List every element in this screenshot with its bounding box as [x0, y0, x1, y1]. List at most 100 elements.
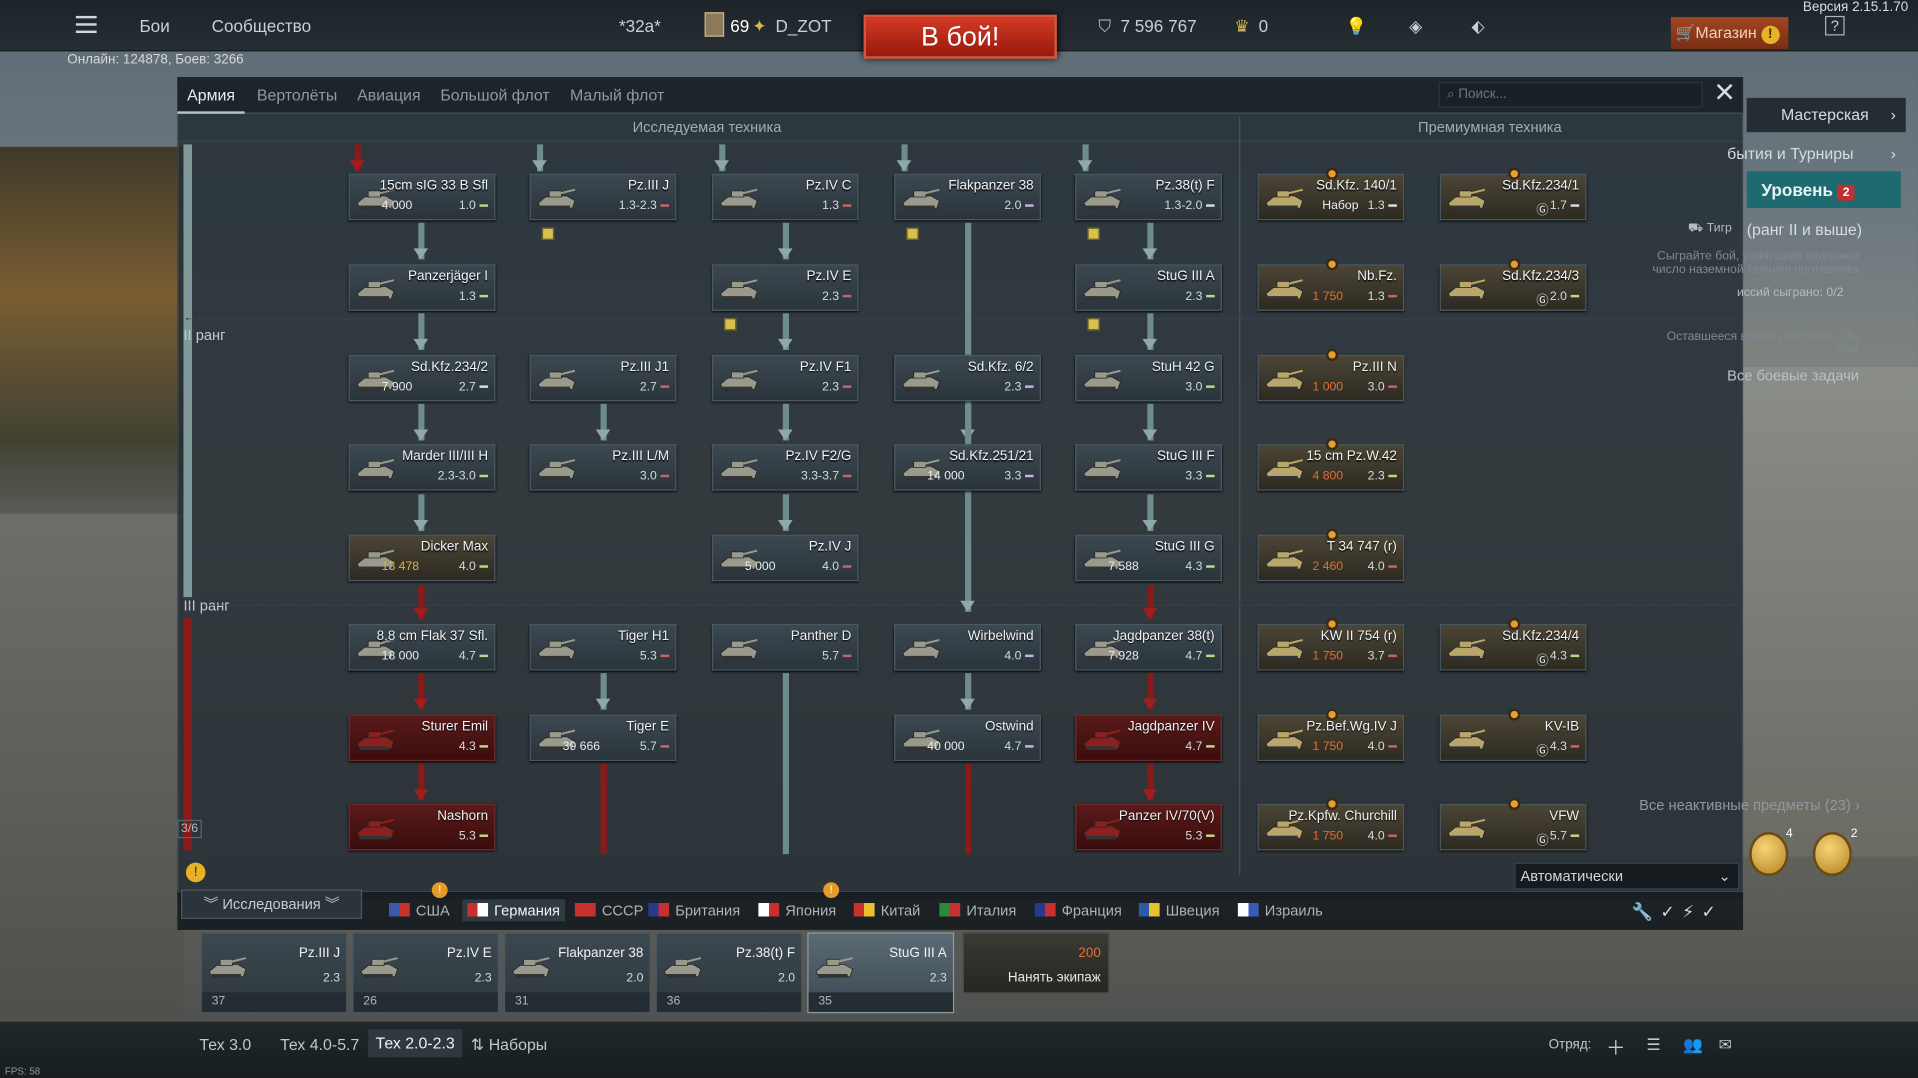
- events-link[interactable]: бытия и Турниры ›: [1727, 137, 1906, 171]
- vehicle-card[interactable]: Flakpanzer 38 2.0: [894, 173, 1041, 240]
- mail-icon[interactable]: ✉: [1719, 1035, 1732, 1055]
- community-menu[interactable]: Сообщество: [212, 16, 311, 36]
- golden-eagles-count: 0: [1258, 15, 1269, 36]
- vehicle-card[interactable]: Sd.Kfz.234/2 2.7 7 900: [348, 354, 496, 402]
- search-input[interactable]: ⌕ Поиск...: [1438, 81, 1703, 108]
- crew-slot[interactable]: Pz.III J 2.3 37: [200, 932, 348, 1014]
- medal-icon[interactable]: [1812, 832, 1852, 877]
- vehicle-card[interactable]: Ostwind 4.7 40 000: [894, 714, 1041, 762]
- coupon-icon[interactable]: ⬖: [1472, 16, 1485, 37]
- vehicle-card[interactable]: Marder III/III H 2.3-3.0: [348, 444, 496, 491]
- premium-vehicle-card[interactable]: Pz.III N 3.0 1 000: [1257, 348, 1405, 402]
- research-button[interactable]: ︾ Исследования ︾: [181, 889, 363, 919]
- shop-button[interactable]: 🛒 Магазин !: [1670, 17, 1789, 49]
- vehicle-card[interactable]: Pz.IV F2/G 3.3-3.7: [711, 444, 859, 491]
- premium-vehicle-card[interactable]: 15 cm Pz.W.42 2.3 4 800: [1257, 438, 1405, 491]
- vehicle-card[interactable]: StuG III A 2.3: [1075, 264, 1222, 331]
- vehicle-card[interactable]: 15cm sIG 33 B Sfl 1.0 4 000: [348, 173, 496, 221]
- avatar[interactable]: [704, 12, 725, 37]
- vehicle-card[interactable]: Pz.IV F1 2.3: [711, 354, 859, 402]
- vehicle-card[interactable]: Pz.38(t) F 1.3-2.0: [1075, 173, 1222, 240]
- preset-tab-2[interactable]: Тех 4.0-5.7: [280, 1035, 359, 1053]
- vehicle-card[interactable]: StuH 42 G 3.0: [1075, 354, 1222, 402]
- warning-icon[interactable]: !: [185, 862, 206, 883]
- premium-vehicle-card[interactable]: KW II 754 (r) 3.7 1 750: [1257, 617, 1405, 671]
- add-squad-icon[interactable]: ＋: [1606, 1031, 1626, 1060]
- presets-button[interactable]: ⇅ Наборы: [471, 1035, 547, 1055]
- crew-slot[interactable]: Pz.38(t) F 2.0 36: [655, 932, 803, 1014]
- repair-icon[interactable]: 🔧✓⚡✓: [1632, 902, 1723, 923]
- auto-dropdown[interactable]: Автоматически ⌄: [1514, 862, 1740, 890]
- vehicle-card[interactable]: Pz.IV J 4.0 5 000: [711, 534, 859, 582]
- vehicle-card[interactable]: Tiger H1 5.3: [529, 624, 677, 671]
- vehicle-card[interactable]: StuG III F 3.3: [1075, 444, 1222, 491]
- crew-slot[interactable]: Pz.IV E 2.3 26: [352, 932, 500, 1014]
- contacts-icon[interactable]: 👥: [1683, 1035, 1703, 1055]
- to-battle-button[interactable]: В бой!: [863, 14, 1057, 59]
- vehicle-card[interactable]: Panzerjäger I 1.3: [348, 264, 496, 311]
- vehicle-card[interactable]: Pz.IV E 2.3: [711, 264, 859, 331]
- nation-tab[interactable]: США: [388, 902, 450, 919]
- nation-tab[interactable]: СССР: [574, 902, 643, 919]
- help-button[interactable]: ?: [1825, 15, 1845, 36]
- vehicle-card[interactable]: Nashorn 5.3: [348, 803, 496, 851]
- premium-vehicle-card[interactable]: Nb.Fz. 1.3 1 750: [1257, 258, 1405, 311]
- vehicle-card[interactable]: Dicker Max 4.0 13 478: [348, 534, 496, 582]
- vehicle-card[interactable]: Wirbelwind 4.0: [894, 624, 1041, 671]
- tab-coastal-fleet[interactable]: Малый флот: [570, 86, 664, 104]
- nation-tab[interactable]: Италия: [939, 902, 1016, 919]
- vehicle-card[interactable]: Panther D 5.7: [711, 624, 859, 671]
- inactive-items-link[interactable]: Все неактивные предметы (23) ›: [1639, 797, 1860, 814]
- vehicle-card[interactable]: 8,8 cm Flak 37 Sfl. 4.7 18 000: [348, 624, 496, 671]
- tab-bluewater-fleet[interactable]: Большой флот: [440, 86, 549, 104]
- premium-vehicle-card[interactable]: Sd.Kfz.234/3 2.0 Ⓖ: [1439, 258, 1587, 311]
- vehicle-card[interactable]: Pz.III J 1.3-2.3: [529, 173, 677, 240]
- premium-vehicle-card[interactable]: Pz.Bef.Wg.IV J 4.0 1 750: [1257, 708, 1405, 762]
- player-nickname[interactable]: D_ZOT: [776, 16, 832, 36]
- premium-vehicle-card[interactable]: T 34 747 (r) 4.0 2 460: [1257, 528, 1405, 582]
- menu-icon[interactable]: [75, 23, 97, 26]
- nation-tab[interactable]: Япония: [758, 902, 836, 919]
- nation-tab[interactable]: Британия: [648, 902, 740, 919]
- vehicle-card[interactable]: Pz.III L/M 3.0: [529, 444, 677, 491]
- vehicle-card[interactable]: Tiger E 5.7 39 666: [529, 714, 677, 762]
- preset-tab-1[interactable]: Тех 3.0: [199, 1035, 251, 1053]
- vehicle-card[interactable]: StuG III G 4.3 7 588: [1075, 534, 1222, 582]
- premium-vehicle-card[interactable]: Sd.Kfz. 140/1 1.3 Набор: [1257, 167, 1405, 221]
- vehicle-card[interactable]: Panzer IV/70(V) 5.3: [1075, 803, 1222, 851]
- workshop-link[interactable]: Мастерская ›: [1746, 97, 1906, 133]
- nation-tab[interactable]: Швеция: [1138, 902, 1220, 919]
- level-badge[interactable]: Уровень 2: [1746, 171, 1901, 209]
- tab-army[interactable]: Армия: [177, 86, 246, 114]
- premium-vehicle-card[interactable]: Sd.Kfz.234/1 1.7 Ⓖ: [1439, 167, 1587, 221]
- all-tasks-link[interactable]: Все боевые задачи: [1727, 367, 1859, 384]
- vehicle-card[interactable]: Sd.Kfz.251/21 3.3 14 000: [894, 444, 1041, 491]
- nation-tab[interactable]: Германия: [462, 899, 565, 922]
- vehicle-card[interactable]: Jagdpanzer 38(t) 4.7 7 928: [1075, 624, 1222, 671]
- vehicle-card[interactable]: Pz.IV C 1.3: [711, 173, 859, 221]
- close-button[interactable]: ✕: [1712, 79, 1736, 106]
- preset-tab-3[interactable]: Тех 2.0-2.3: [368, 1029, 463, 1058]
- list-icon[interactable]: ☰: [1646, 1035, 1660, 1055]
- premium-vehicle-card[interactable]: VFW 5.7 Ⓖ: [1439, 797, 1587, 851]
- vehicle-card[interactable]: Jagdpanzer IV 4.7: [1075, 714, 1222, 762]
- vehicle-card[interactable]: Sturer Emil 4.3: [348, 714, 496, 762]
- premium-vehicle-card[interactable]: KV-IB 4.3 Ⓖ: [1439, 708, 1587, 762]
- vehicle-card[interactable]: Sd.Kfz. 6/2 2.3: [894, 354, 1041, 402]
- nation-tab[interactable]: Китай: [853, 902, 920, 919]
- premium-vehicle-card[interactable]: Pz.Kpfw. Churchill 4.0 1 750: [1257, 797, 1405, 851]
- research-points: 5 000: [744, 560, 776, 574]
- hire-crew-button[interactable]: 200 Нанять экипаж: [962, 932, 1110, 994]
- nation-tab[interactable]: Израиль: [1237, 902, 1323, 919]
- battle-pass-icon[interactable]: ◈: [1409, 16, 1422, 37]
- tab-aviation[interactable]: Авиация: [357, 86, 420, 104]
- crew-slot[interactable]: StuG III A 2.3 35: [807, 932, 955, 1014]
- premium-vehicle-card[interactable]: Sd.Kfz.234/4 4.3 Ⓖ: [1439, 617, 1587, 671]
- battles-menu[interactable]: Бои: [139, 16, 169, 36]
- medal-icon[interactable]: [1749, 832, 1789, 877]
- crew-slot[interactable]: Flakpanzer 38 2.0 31: [503, 932, 651, 1014]
- nation-tab[interactable]: Франция: [1034, 902, 1122, 919]
- vehicle-card[interactable]: Pz.III J1 2.7: [529, 354, 677, 402]
- tab-helicopters[interactable]: Вертолёты: [257, 86, 337, 104]
- lightbulb-icon[interactable]: 💡: [1346, 16, 1367, 37]
